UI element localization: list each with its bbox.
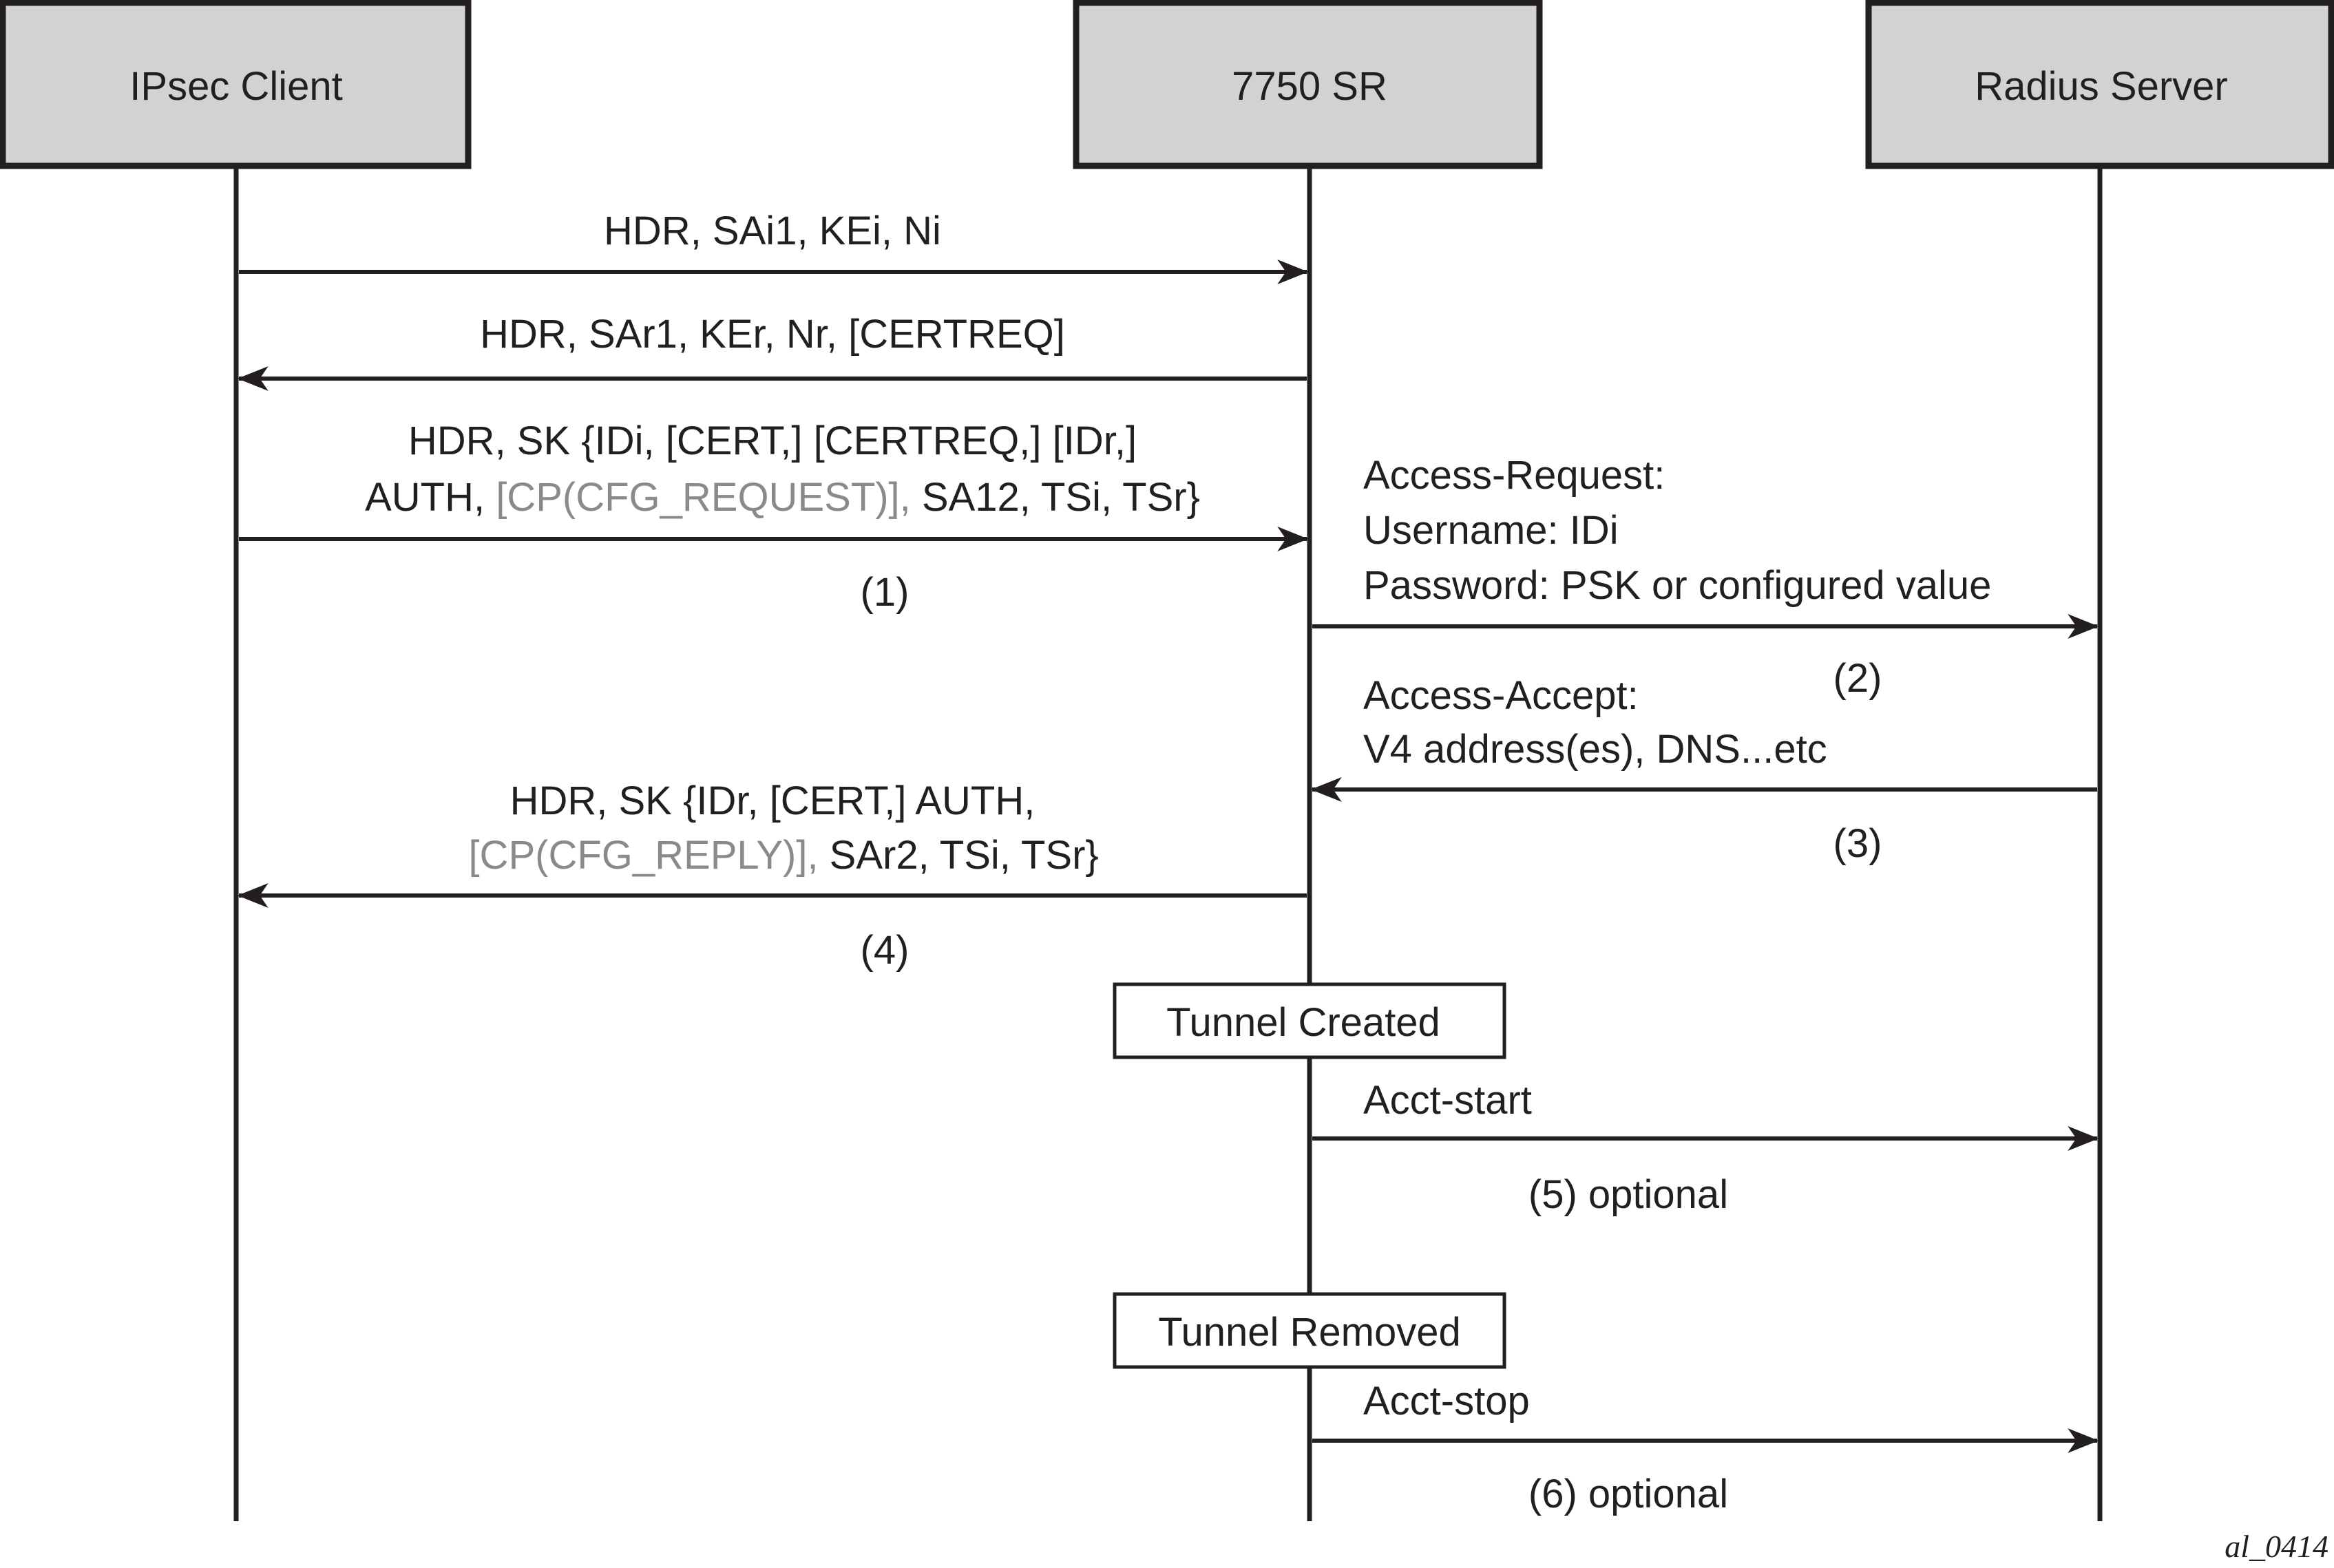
message-label-part: SA12, TSi, TSr} — [911, 475, 1200, 520]
message-acct-stop: Acct-stop (6) optional — [1312, 1379, 2099, 1516]
message-label: HDR, SAi1, KEi, Ni — [604, 209, 941, 253]
participant-label: Radius Server — [1975, 64, 2227, 109]
sequence-diagram: IPsec Client 7750 SR Radius Server HDR, … — [0, 0, 2334, 1564]
participant-radius-server: Radius Server — [1865, 0, 2334, 169]
figure-id: al_0414 — [2225, 1529, 2328, 1564]
step-label-6: (6) optional — [1528, 1472, 1728, 1516]
message-label: Access-Request: — [1363, 453, 1665, 498]
event-label: Tunnel Created — [1166, 1000, 1440, 1045]
message-label: HDR, SK {IDi, [CERT,] [CERTREQ,] [IDr,] — [408, 419, 1137, 463]
message-label: AUTH, [CP(CFG_REQUEST)], SA12, TSi, TSr} — [289, 475, 1255, 520]
message-ike-auth-response: HDR, SK {IDr, [CERT,] AUTH, [CP(CFG_REPL… — [237, 778, 1307, 973]
step-label-1: (1) — [861, 570, 910, 615]
message-label: HDR, SK {IDr, [CERT,] AUTH, — [510, 778, 1035, 823]
message-access-request: Access-Request: Username: IDi Password: … — [1312, 453, 2099, 701]
step-label-3: (3) — [1833, 821, 1882, 866]
participant-7750-sr: 7750 SR — [1073, 0, 1543, 169]
message-label: [CP(CFG_REPLY)], SAr2, TSi, TSr} — [391, 833, 1155, 878]
message-ike-sa-init-request: HDR, SAi1, KEi, Ni — [239, 209, 1309, 284]
message-label: Acct-start — [1363, 1078, 1532, 1123]
message-label: Access-Accept: — [1363, 673, 1639, 718]
participant-ipsec-client: IPsec Client — [0, 0, 472, 169]
event-label: Tunnel Removed — [1158, 1310, 1461, 1355]
message-label: V4 address(es), DNS...etc — [1363, 727, 1827, 772]
message-label: Password: PSK or configured value — [1363, 563, 1991, 608]
participant-label: 7750 SR — [1232, 64, 1387, 109]
step-label-2: (2) — [1833, 656, 1882, 701]
step-label-4: (4) — [861, 928, 910, 973]
event-tunnel-removed: Tunnel Removed — [1113, 1292, 1506, 1369]
message-ike-sa-init-response: HDR, SAr1, KEr, Nr, [CERTREQ] — [237, 312, 1307, 391]
message-label: Username: IDi — [1363, 508, 1619, 553]
message-label: HDR, SAr1, KEr, Nr, [CERTREQ] — [480, 312, 1065, 357]
message-acct-start: Acct-start (5) optional — [1312, 1078, 2099, 1217]
cfg-request-payload: [CP(CFG_REQUEST)], — [496, 475, 911, 520]
message-ike-auth-request: HDR, SK {IDi, [CERT,] [CERTREQ,] [IDr,] … — [239, 419, 1309, 615]
message-access-accept: Access-Accept: V4 address(es), DNS...etc… — [1310, 673, 2097, 866]
event-tunnel-created: Tunnel Created — [1113, 982, 1506, 1059]
message-label: Acct-stop — [1363, 1379, 1530, 1423]
message-label-part: AUTH, — [365, 475, 496, 520]
cfg-reply-payload: [CP(CFG_REPLY)], — [468, 833, 818, 878]
participant-label: IPsec Client — [129, 64, 342, 109]
step-label-5: (5) optional — [1528, 1172, 1728, 1217]
message-label-part: SAr2, TSi, TSr} — [819, 833, 1099, 878]
